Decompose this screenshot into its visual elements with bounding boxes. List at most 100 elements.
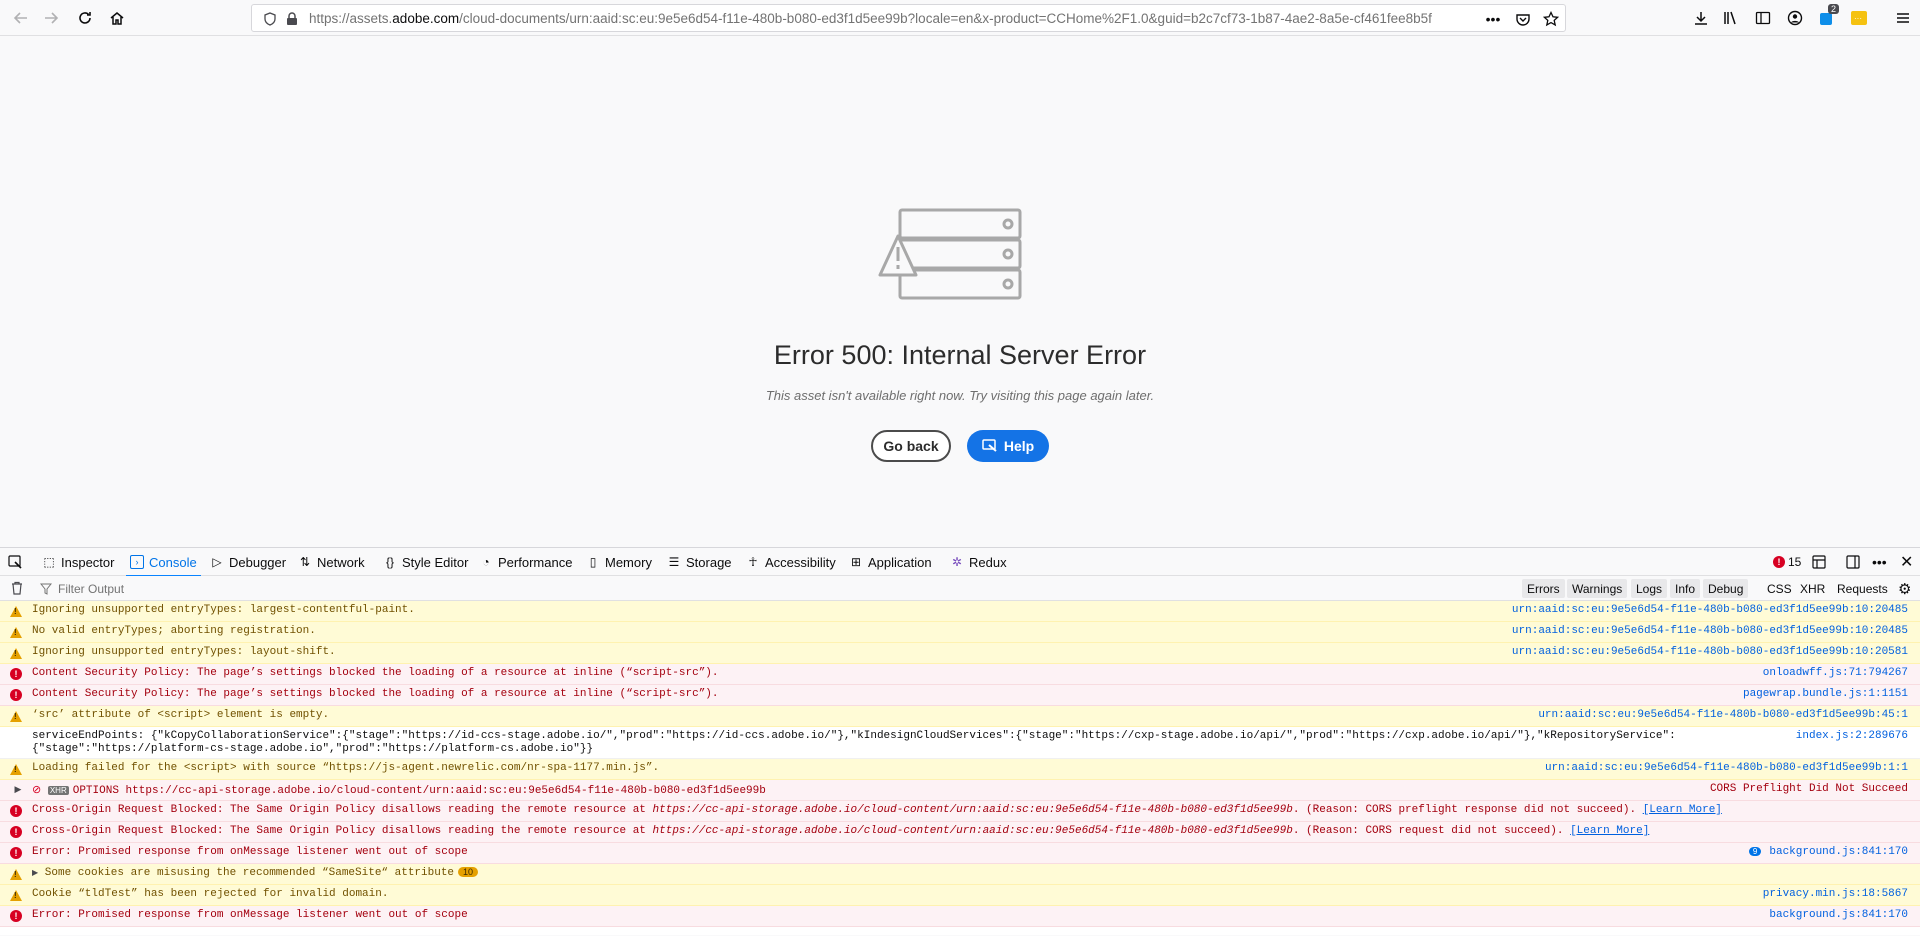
network-status: CORS Preflight Did Not Succeed xyxy=(1709,783,1908,795)
close-devtools-icon[interactable]: ✕ xyxy=(1900,548,1913,576)
log-source-link[interactable]: urn:aaid:sc:eu:9e5e6d54-f11e-480b-b080-e… xyxy=(1512,646,1908,658)
sidebar-icon[interactable] xyxy=(1750,5,1776,31)
warning-icon xyxy=(10,889,22,901)
console-output: Ignoring unsupported entryTypes: largest… xyxy=(0,601,1920,936)
lock-icon[interactable] xyxy=(284,11,300,27)
tab-inspector[interactable]: ⬚ Inspector xyxy=(42,548,114,576)
reload-icon[interactable] xyxy=(72,5,98,31)
log-source-link[interactable]: background.js:841:170 xyxy=(1769,846,1908,858)
url-text[interactable]: https://assets.adobe.com/cloud-documents… xyxy=(309,11,1469,26)
error-subtitle: This asset isn't available right now. Tr… xyxy=(765,388,1155,403)
log-row-warning-group[interactable]: ▶ Some cookies are misusing the recommen… xyxy=(0,864,1920,885)
log-source-link[interactable]: background.js:841:170 xyxy=(1769,909,1908,921)
tab-redux[interactable]: ✲ Redux xyxy=(950,548,1007,576)
clear-console-icon[interactable] xyxy=(10,581,24,600)
error-count-icon: ! xyxy=(1773,556,1785,568)
element-picker-icon[interactable] xyxy=(8,548,23,576)
tab-console[interactable]: › Console xyxy=(126,548,201,577)
error-count[interactable]: ! 15 xyxy=(1773,548,1801,576)
pocket-icon[interactable] xyxy=(1514,10,1532,28)
more-options-icon[interactable]: ••• xyxy=(1872,548,1887,576)
console-filterbar: Filter Output Errors Warnings Logs Info … xyxy=(0,576,1920,601)
filter-xhr-button[interactable]: XHR xyxy=(1795,579,1830,598)
log-source-link[interactable]: privacy.min.js:18:5867 xyxy=(1763,888,1908,900)
downloads-icon[interactable] xyxy=(1688,5,1714,31)
dock-side-icon[interactable] xyxy=(1846,548,1860,576)
application-icon: ⊞ xyxy=(850,555,862,569)
extension-icon[interactable]: 2 xyxy=(1814,4,1840,31)
log-source-link[interactable]: urn:aaid:sc:eu:9e5e6d54-f11e-480b-b080-e… xyxy=(1512,625,1908,637)
filter-requests-button[interactable]: Requests xyxy=(1832,579,1893,598)
tab-debugger[interactable]: ▷ Debugger xyxy=(210,548,286,576)
warning-icon xyxy=(10,626,22,638)
menu-icon[interactable] xyxy=(1890,5,1916,31)
repeat-count-badge: 9 xyxy=(1748,847,1762,856)
log-row-error: ! Content Security Policy: The page’s se… xyxy=(0,685,1920,706)
log-row-log: serviceEndPoints: {"kCopyCollaborationSe… xyxy=(0,727,1920,759)
log-row-warning: Loading failed for the <script> with sou… xyxy=(0,759,1920,780)
tab-storage[interactable]: ☰ Storage xyxy=(667,548,732,576)
filter-logs-button[interactable]: Logs xyxy=(1631,579,1668,598)
filter-output-input[interactable]: Filter Output xyxy=(40,579,1510,598)
password-manager-icon[interactable]: ··· xyxy=(1846,5,1872,31)
learn-more-link[interactable]: [Learn More] xyxy=(1570,825,1649,837)
performance-icon: ◔ xyxy=(482,555,490,569)
network-icon: ⇅ xyxy=(299,555,311,569)
filter-info-button[interactable]: Info xyxy=(1670,579,1701,598)
log-row-error: ! Cross-Origin Request Blocked: The Same… xyxy=(0,801,1920,822)
log-row-error: ! Cross-Origin Request Blocked: The Same… xyxy=(0,822,1920,843)
log-row-network-error[interactable]: ▶ ⊘ XHR OPTIONS https://cc-api-storage.ad… xyxy=(0,780,1920,801)
log-source-link[interactable]: urn:aaid:sc:eu:9e5e6d54-f11e-480b-b080-e… xyxy=(1538,709,1908,721)
tab-style-editor[interactable]: {} Style Editor xyxy=(383,548,469,576)
xhr-tag: XHR xyxy=(47,786,69,795)
extension-badge: 2 xyxy=(1828,4,1840,14)
back-arrow-icon[interactable] xyxy=(8,5,34,31)
devtools-panel: ⬚ Inspector › Console ▷ Debugger ⇅ Network {… xyxy=(0,547,1920,935)
tab-accessibility[interactable]: ☥ Accessibility xyxy=(746,548,836,576)
tab-network[interactable]: ⇅ Network xyxy=(298,548,365,576)
bookmark-star-icon[interactable] xyxy=(1542,10,1560,28)
shield-icon[interactable] xyxy=(262,11,278,27)
log-source-link[interactable]: urn:aaid:sc:eu:9e5e6d54-f11e-480b-b080-e… xyxy=(1545,762,1908,774)
filter-warnings-button[interactable]: Warnings xyxy=(1567,579,1628,598)
log-row-warning: ‘src’ attribute of <script> element is e… xyxy=(0,706,1920,727)
tab-memory[interactable]: ▯ Memory xyxy=(586,548,652,576)
error-icon: ! xyxy=(10,805,22,817)
home-icon[interactable] xyxy=(104,5,130,31)
go-back-button[interactable]: Go back xyxy=(871,430,951,462)
log-source-link[interactable]: pagewrap.bundle.js:1:1151 xyxy=(1743,688,1908,700)
browser-toolbar: https://assets.adobe.com/cloud-documents… xyxy=(0,0,1920,36)
blocked-icon: ⊘ xyxy=(32,785,42,797)
expand-arrow-icon[interactable]: ▶ xyxy=(32,869,38,878)
help-button[interactable]: Help xyxy=(967,430,1049,462)
error-icon: ! xyxy=(10,847,22,859)
accessibility-icon: ☥ xyxy=(748,555,758,569)
filter-css-button[interactable]: CSS xyxy=(1762,579,1797,598)
log-row-error: ! Error: Promised response from onMessag… xyxy=(0,906,1920,927)
error-icon: ! xyxy=(10,668,22,680)
expand-arrow-icon[interactable]: ▶ xyxy=(12,784,24,796)
filter-errors-button[interactable]: Errors xyxy=(1522,579,1565,598)
library-icon[interactable] xyxy=(1718,5,1744,31)
account-icon[interactable] xyxy=(1782,5,1808,31)
log-row-warning: No valid entryTypes; aborting registrati… xyxy=(0,622,1920,643)
console-icon: › xyxy=(130,555,144,569)
tab-application[interactable]: ⊞ Application xyxy=(849,548,932,576)
url-bar[interactable]: https://assets.adobe.com/cloud-documents… xyxy=(251,4,1566,32)
group-count-badge: 10 xyxy=(458,867,479,877)
forward-arrow-icon[interactable] xyxy=(38,5,64,31)
error-icon: ! xyxy=(10,826,22,838)
log-source-link[interactable]: urn:aaid:sc:eu:9e5e6d54-f11e-480b-b080-e… xyxy=(1512,604,1908,616)
storage-icon: ☰ xyxy=(668,555,680,569)
console-settings-gear-icon[interactable]: ⚙ xyxy=(1898,580,1911,598)
page-actions-icon[interactable]: ••• xyxy=(1484,10,1502,28)
tab-performance[interactable]: ◔ Performance xyxy=(479,548,572,576)
log-row-error: ! Content Security Policy: The page’s se… xyxy=(0,664,1920,685)
log-source-link[interactable]: index.js:2:289676 xyxy=(1796,730,1908,742)
warning-icon xyxy=(10,763,22,775)
filter-debug-button[interactable]: Debug xyxy=(1703,579,1749,598)
learn-more-link[interactable]: [Learn More] xyxy=(1643,804,1722,816)
split-console-icon[interactable] xyxy=(1812,548,1826,576)
log-source-link[interactable]: onloadwff.js:71:794267 xyxy=(1763,667,1908,679)
memory-icon: ▯ xyxy=(589,555,597,569)
